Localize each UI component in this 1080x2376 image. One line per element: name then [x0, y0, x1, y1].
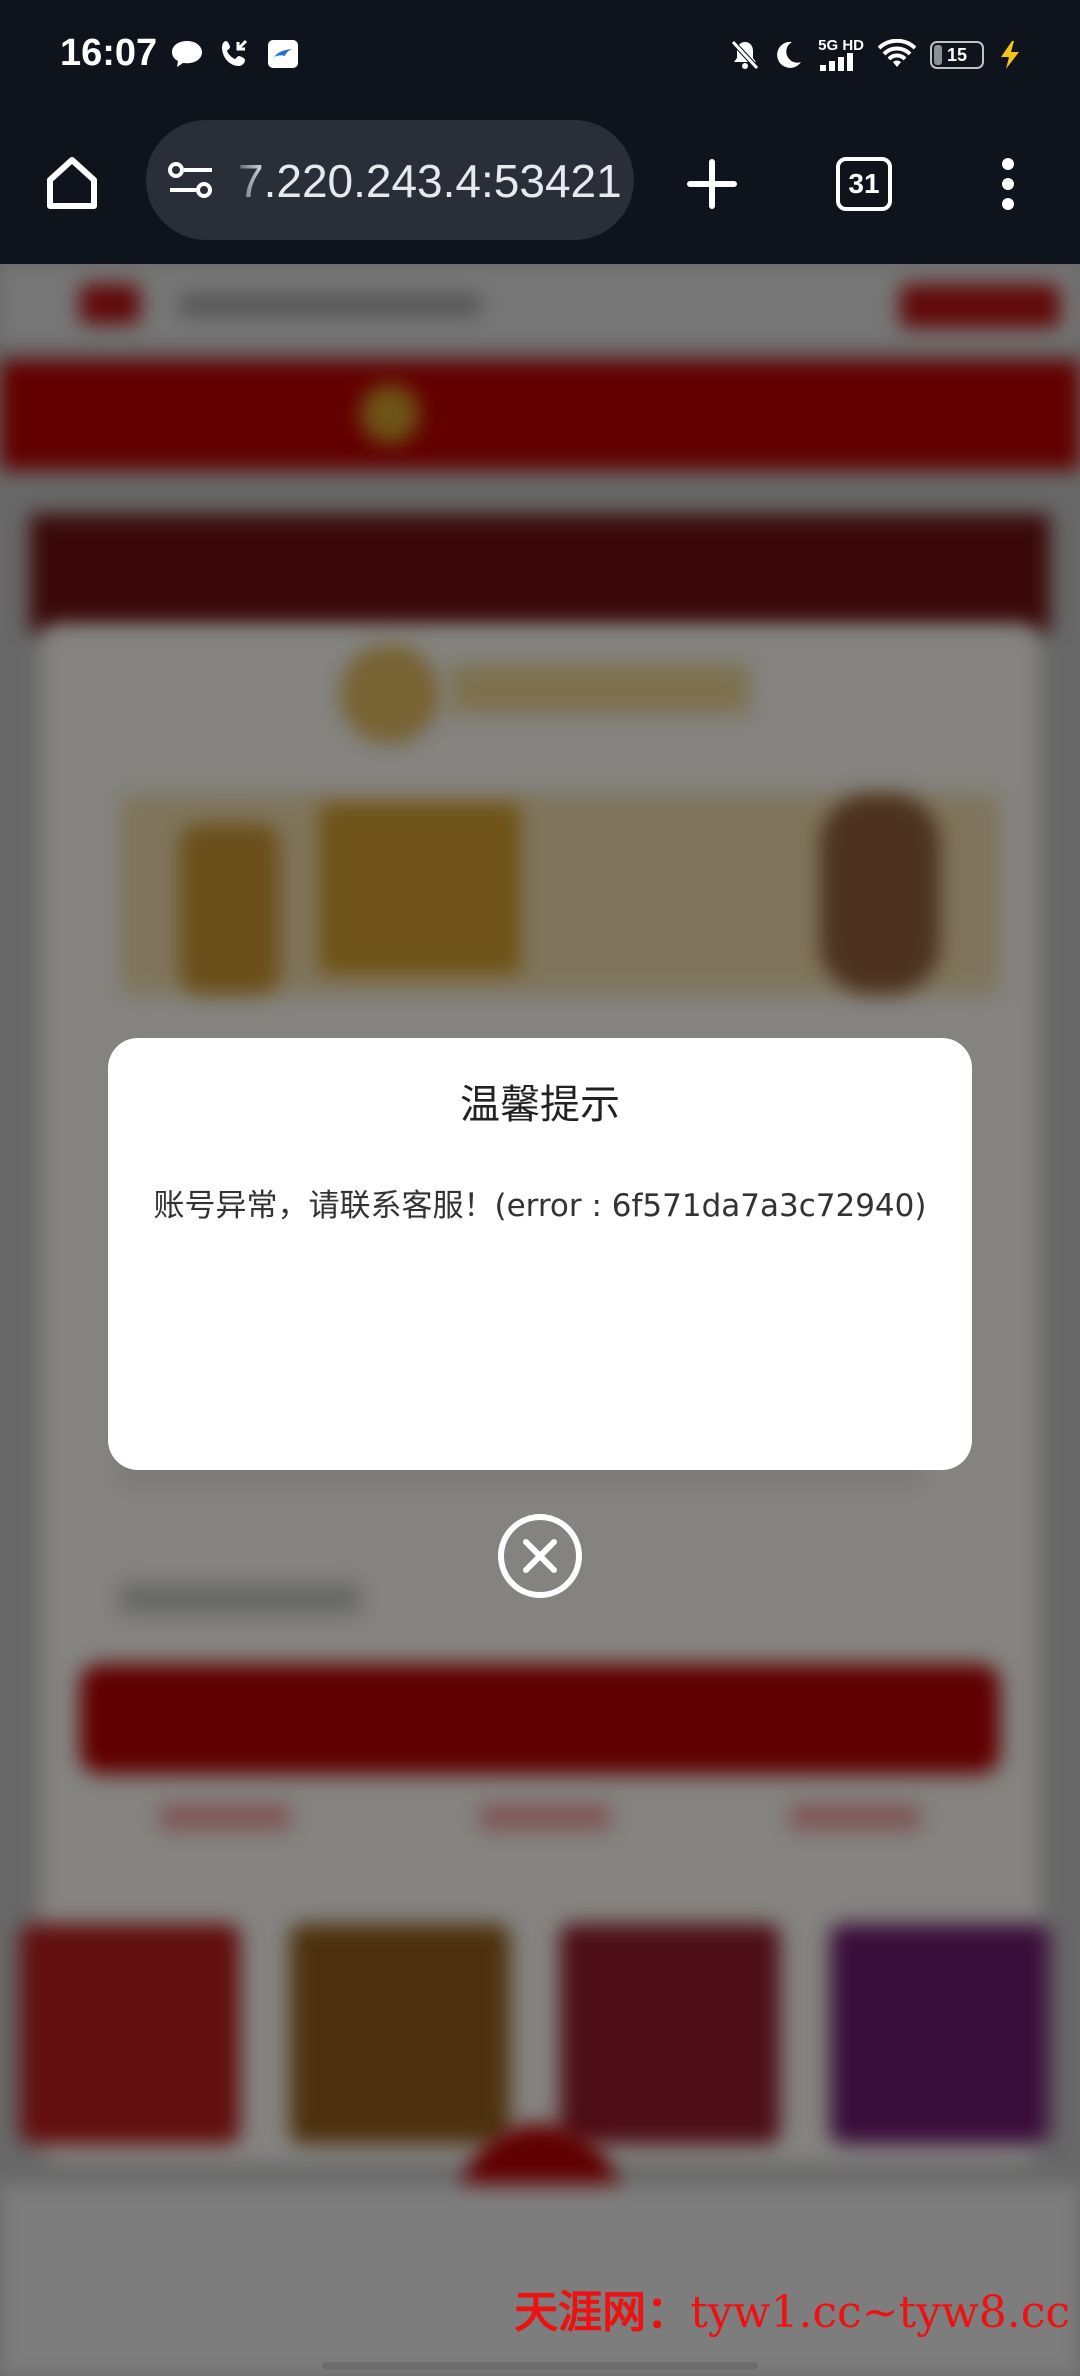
browser-toolbar: 7.220.243.4:53421 31 [0, 116, 1080, 264]
battery-icon: 15 [930, 40, 984, 69]
dialog-message: 账号异常，请联系客服！(error : 6f571da7a3c72940) [153, 1188, 927, 1224]
more-menu-button[interactable] [968, 144, 1048, 224]
more-vertical-icon [1002, 158, 1014, 210]
call-icon [218, 38, 252, 70]
tab-switcher-button[interactable]: 31 [824, 144, 904, 224]
charging-icon [998, 39, 1024, 71]
address-bar[interactable]: 7.220.243.4:53421 [146, 120, 634, 240]
moon-icon [774, 39, 804, 71]
status-right-icons: 5G HD 15 [730, 38, 1024, 71]
site-settings-icon[interactable] [166, 160, 216, 204]
dialog-title: 温馨提示 [460, 1082, 620, 1128]
network-label: 5G HD [818, 37, 864, 54]
gesture-bar[interactable] [322, 2362, 758, 2370]
tabs-icon: 31 [836, 157, 892, 211]
new-tab-button[interactable] [672, 144, 752, 224]
url-fade [226, 120, 266, 240]
message-icon [170, 38, 204, 70]
plus-icon [687, 159, 737, 209]
watermark: 天涯网：tyw1.cc~tyw8.cc [514, 2276, 1070, 2340]
status-left-icons [170, 38, 300, 70]
dialog-close-button[interactable] [496, 1512, 584, 1600]
alert-dialog: 温馨提示 账号异常，请联系客服！(error : 6f571da7a3c7294… [108, 1038, 972, 1470]
home-icon [47, 157, 97, 209]
battery-level: 15 [946, 44, 968, 65]
watermark-brand: 天涯网： [514, 2287, 691, 2338]
app-notification-icon [266, 38, 300, 70]
wifi-icon [878, 38, 916, 71]
status-bar: 16:07 5G HD 15 [0, 0, 1080, 116]
close-circle-icon [498, 1514, 582, 1598]
bell-off-icon [730, 39, 760, 71]
url-text[interactable]: 7.220.243.4:53421 [238, 154, 622, 208]
watermark-domains: tyw1.cc~tyw8.cc [690, 2287, 1070, 2338]
status-time: 16:07 [60, 32, 158, 74]
signal-icon: 5G HD [818, 38, 864, 71]
home-button[interactable] [34, 146, 110, 222]
